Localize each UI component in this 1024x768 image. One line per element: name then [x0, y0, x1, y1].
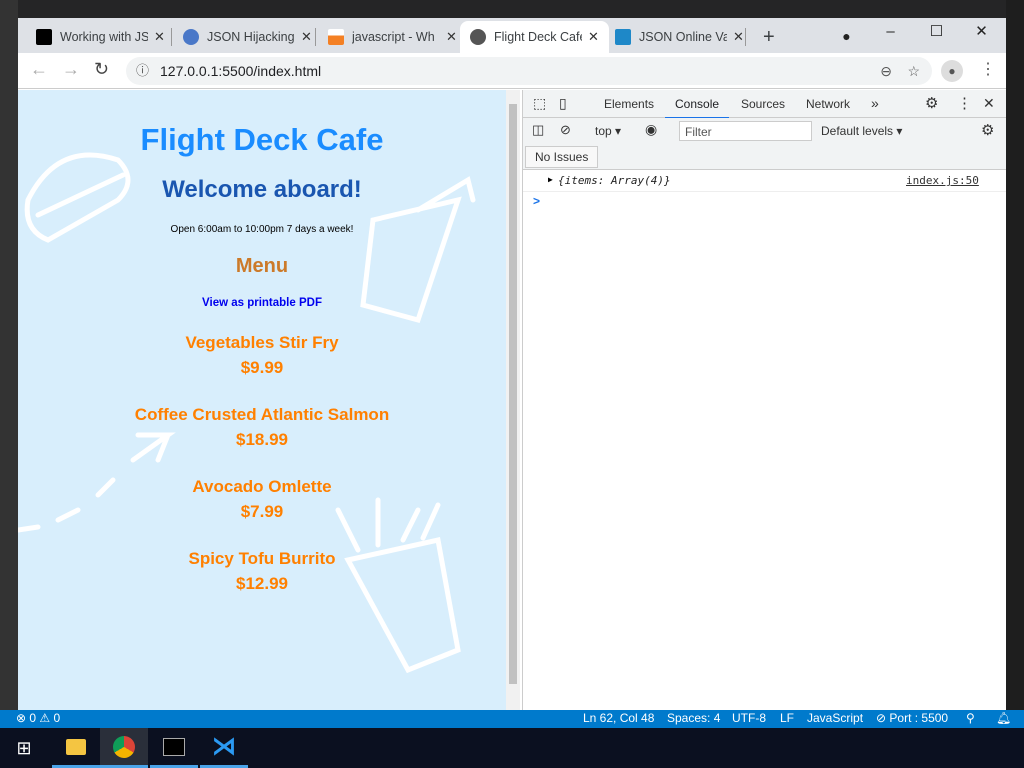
terminal-icon[interactable] [150, 728, 198, 768]
windows-taskbar: ⊞ ⋊ [0, 728, 1024, 768]
no-issues-button[interactable]: No Issues [525, 146, 599, 168]
more-tabs-button[interactable]: » [871, 95, 879, 111]
browser-window: Working with JS ✕ JSON Hijacking ✕ javascr… [18, 18, 1006, 710]
forward-icon[interactable]: → [62, 59, 80, 80]
close-devtools-icon[interactable]: ✕ [983, 95, 995, 112]
back-icon[interactable]: ← [30, 59, 48, 80]
welcome-heading: Welcome aboard! [162, 176, 362, 203]
profile-avatar-icon[interactable]: ● [941, 60, 963, 82]
bookmark-star-icon[interactable]: ☆ [907, 57, 920, 85]
issues-bar: No Issues [523, 144, 1006, 170]
log-levels-select[interactable]: Default levels ▾ [821, 124, 902, 138]
tab-stackoverflow[interactable]: javascript - Wh ✕ [318, 21, 467, 53]
live-expression-eye-icon[interactable]: ◉ [645, 121, 657, 138]
settings-gear-icon[interactable]: ⚙ [925, 94, 938, 112]
indentation[interactable]: Spaces: 4 [667, 711, 720, 725]
reload-icon[interactable]: ↻ [94, 59, 109, 80]
close-tab-icon[interactable]: ✕ [154, 29, 165, 45]
console-settings-icon[interactable]: ⚙ [981, 121, 994, 139]
menu-item-price: $18.99 [236, 430, 288, 449]
devtools-tab-console[interactable]: Console [665, 97, 730, 119]
page-title: Flight Deck Cafe [140, 122, 384, 157]
sidebar-toggle-icon[interactable]: ◫ [532, 122, 544, 138]
problems-indicator[interactable]: ⊗ 0 ⚠ 0 [16, 711, 60, 725]
zoom-icon[interactable]: ⊖ [880, 57, 892, 85]
json-icon [615, 29, 631, 45]
page-scrollbar[interactable] [506, 90, 520, 710]
hours-text: Open 6:00am to 10:00pm 7 days a week! [170, 224, 354, 235]
minimize-button[interactable]: – [868, 18, 913, 48]
vscode-editor-edge [1006, 0, 1024, 710]
devtools-tab-network[interactable]: Network [806, 97, 850, 111]
menu-item-name: Spicy Tofu Burrito [188, 549, 336, 568]
encoding[interactable]: UTF-8 [732, 711, 766, 725]
info-icon: ⓘ [136, 63, 150, 78]
menu-item: Coffee Crusted Atlantic Salmon $18.99 [18, 405, 506, 450]
scrollbar-thumb[interactable] [509, 104, 517, 684]
stackoverflow-icon [328, 29, 344, 45]
favicon-icon [36, 29, 52, 45]
tab-working-with-js[interactable]: Working with JS ✕ [26, 21, 175, 53]
close-window-button[interactable]: ✕ [959, 18, 1004, 48]
language-mode[interactable]: JavaScript [807, 711, 863, 725]
live-server-port[interactable]: ⊘ Port : 5500 [876, 711, 948, 725]
feedback-icon[interactable]: ⚲ [966, 711, 975, 725]
menu-item-price: $9.99 [240, 358, 284, 377]
device-toolbar-icon[interactable]: ▯ [559, 95, 567, 112]
console-toolbar: ◫ ⊘ top ▾ ◉ Filter Default levels ▾ ⚙ [523, 118, 1006, 144]
devtools-tab-sources[interactable]: Sources [741, 97, 785, 111]
maximize-button[interactable]: ☐ [914, 18, 959, 48]
close-tab-icon[interactable]: ✕ [588, 29, 599, 45]
globe-icon [470, 29, 486, 45]
log-object: {items: Array(4)} [558, 174, 671, 187]
console-prompt[interactable]: > [523, 192, 1006, 212]
menu-item-name: Vegetables Stir Fry [185, 333, 339, 352]
console-filter-input[interactable]: Filter [679, 121, 812, 141]
webpage-viewport: Flight Deck Cafe Welcome aboard! Open 6:… [18, 90, 506, 710]
vscode-activity-bar [0, 0, 18, 710]
menu-item-name: Coffee Crusted Atlantic Salmon [134, 405, 390, 424]
devtools-panel: ⬚ ▯ Elements Console Sources Network » ⚙… [522, 90, 1006, 710]
devtools-menu-icon[interactable]: ⋮ [957, 94, 972, 112]
inspect-element-icon[interactable]: ⬚ [533, 95, 546, 112]
menu-kebab-icon[interactable]: ⋮ [980, 59, 996, 79]
menu-item-price: $12.99 [236, 574, 288, 593]
menu-heading: Menu [235, 255, 289, 277]
windows-start-icon[interactable]: ⊞ [0, 728, 48, 768]
devtools-tabbar: ⬚ ▯ Elements Console Sources Network » ⚙… [523, 90, 1006, 119]
devtools-tab-elements[interactable]: Elements [604, 97, 654, 111]
notifications-bell-icon[interactable]: 🔔︎ [996, 711, 1011, 725]
menu-item-name: Avocado Omlette [192, 477, 332, 496]
tab-json-online[interactable]: JSON Online Va ✕ [605, 21, 754, 53]
chrome-icon[interactable] [100, 728, 148, 768]
new-tab-button[interactable]: + [753, 21, 785, 53]
vscode-icon[interactable]: ⋊ [200, 728, 248, 768]
browser-toolbar: ← → ↻ ⓘ 127.0.0.1:5500/index.html ⊖ ☆ ● … [18, 53, 1006, 89]
cursor-position[interactable]: Ln 62, Col 48 [583, 711, 654, 725]
console-log-entry[interactable]: ▶ {items: Array(4)} index.js:50 [523, 170, 1006, 192]
menu-item: Avocado Omlette $7.99 [18, 477, 506, 522]
tab-json-hijacking[interactable]: JSON Hijacking ✕ [173, 21, 322, 53]
end-of-line[interactable]: LF [780, 711, 794, 725]
printable-pdf-link[interactable]: View as printable PDF [18, 297, 506, 309]
menu-item: Vegetables Stir Fry $9.99 [18, 333, 506, 378]
expand-triangle-icon[interactable]: ▶ [548, 175, 553, 184]
menu-item: Spicy Tofu Burrito $12.99 [18, 549, 506, 594]
log-source-link[interactable]: index.js:50 [906, 174, 979, 187]
address-bar[interactable]: ⓘ 127.0.0.1:5500/index.html ⊖ ☆ [126, 57, 932, 85]
context-select[interactable]: top ▾ [595, 124, 621, 138]
close-tab-icon[interactable]: ✕ [301, 29, 312, 45]
menu-item-price: $7.99 [240, 502, 284, 521]
tab-strip: Working with JS ✕ JSON Hijacking ✕ javascr… [18, 18, 1006, 53]
clear-console-icon[interactable]: ⊘ [560, 122, 571, 138]
tab-search-icon[interactable]: ● [824, 22, 869, 52]
favicon-icon [183, 29, 199, 45]
close-tab-icon[interactable]: ✕ [733, 29, 744, 45]
tab-flight-deck-cafe[interactable]: Flight Deck Cafe ✕ [460, 21, 609, 53]
vscode-status-bar: ⊗ 0 ⚠ 0 Ln 62, Col 48 Spaces: 4 UTF-8 LF… [0, 710, 1024, 728]
file-explorer-icon[interactable] [52, 728, 100, 768]
close-tab-icon[interactable]: ✕ [446, 29, 457, 45]
